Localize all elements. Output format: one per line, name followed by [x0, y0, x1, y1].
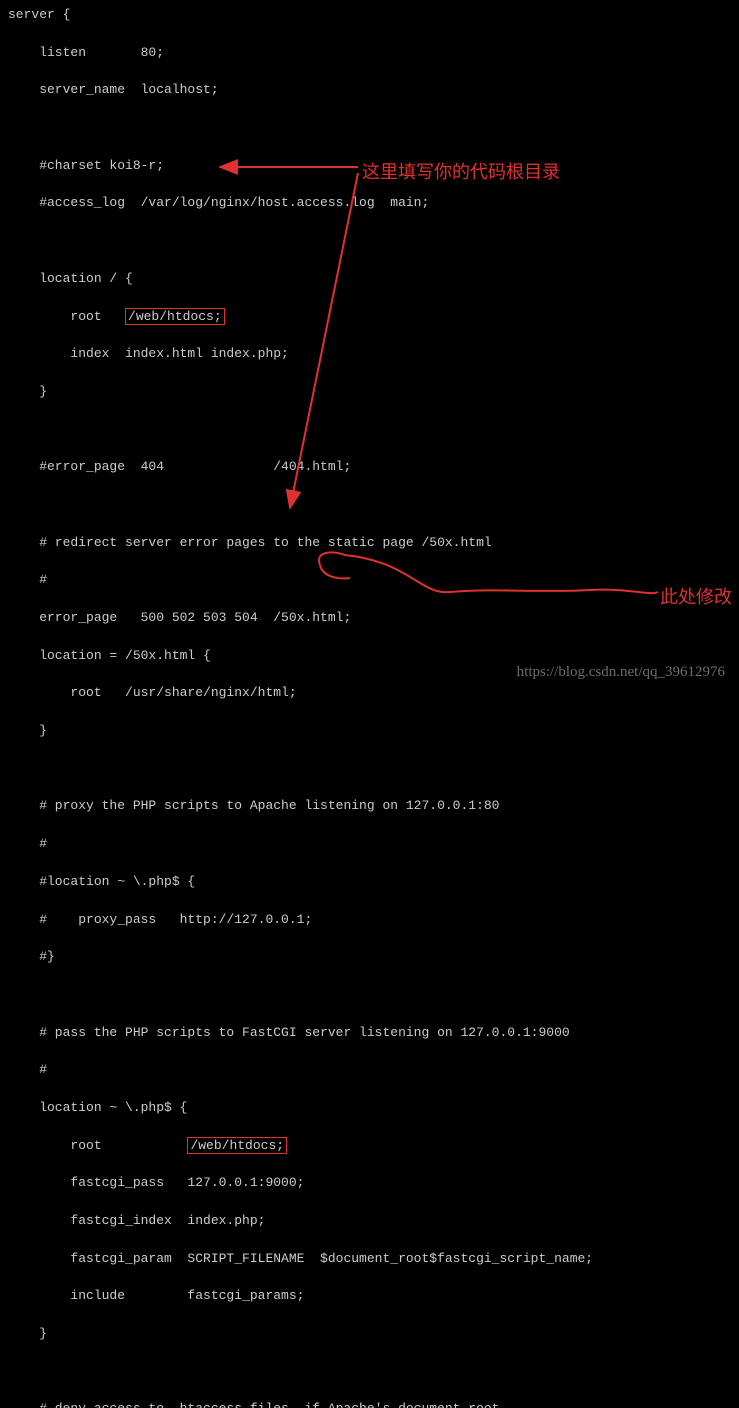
annotation-root-dir: 这里填写你的代码根目录 — [362, 159, 560, 185]
code-line: fastcgi_pass 127.0.0.1:9000; — [8, 1174, 731, 1193]
annotation-modify-here: 此处修改 — [660, 584, 732, 610]
code-text: root — [8, 1138, 187, 1153]
code-line: # proxy the PHP scripts to Apache listen… — [8, 797, 731, 816]
code-line: root /web/htdocs; — [8, 308, 731, 327]
code-line — [8, 232, 731, 251]
code-line: root /web/htdocs; — [8, 1137, 731, 1156]
code-line: # pass the PHP scripts to FastCGI server… — [8, 1024, 731, 1043]
code-line: #location ~ \.php$ { — [8, 873, 731, 892]
code-line: include fastcgi_params; — [8, 1287, 731, 1306]
code-line: fastcgi_index index.php; — [8, 1212, 731, 1231]
code-line — [8, 1363, 731, 1382]
code-line: } — [8, 722, 731, 741]
code-line: # — [8, 1061, 731, 1080]
code-line: server { — [8, 6, 731, 25]
code-line: # deny access to .htaccess files, if Apa… — [8, 1400, 731, 1408]
code-line: server_name localhost; — [8, 81, 731, 100]
code-line: listen 80; — [8, 44, 731, 63]
code-line — [8, 119, 731, 138]
code-line: location ~ \.php$ { — [8, 1099, 731, 1118]
code-line: #} — [8, 948, 731, 967]
code-line: root /usr/share/nginx/html; — [8, 684, 731, 703]
watermark-text: https://blog.csdn.net/qq_39612976 — [517, 662, 725, 684]
code-line: error_page 500 502 503 504 /50x.html; — [8, 609, 731, 628]
nginx-config-code: server { listen 80; server_name localhos… — [8, 6, 731, 1408]
code-line: index index.html index.php; — [8, 345, 731, 364]
code-line: # redirect server error pages to the sta… — [8, 534, 731, 553]
code-line: # proxy_pass http://127.0.0.1; — [8, 911, 731, 930]
code-line: fastcgi_param SCRIPT_FILENAME $document_… — [8, 1250, 731, 1269]
code-line: } — [8, 1325, 731, 1344]
code-text: root — [8, 309, 125, 324]
code-line — [8, 496, 731, 515]
root-path-highlight-1: /web/htdocs; — [125, 308, 225, 326]
code-line: #error_page 404 /404.html; — [8, 458, 731, 477]
root-path-highlight-2: /web/htdocs; — [187, 1137, 287, 1155]
code-line — [8, 760, 731, 779]
code-line: # — [8, 835, 731, 854]
code-line: #access_log /var/log/nginx/host.access.l… — [8, 194, 731, 213]
code-line — [8, 421, 731, 440]
code-line: } — [8, 383, 731, 402]
code-line: # — [8, 571, 731, 590]
code-line — [8, 986, 731, 1005]
code-line: location / { — [8, 270, 731, 289]
